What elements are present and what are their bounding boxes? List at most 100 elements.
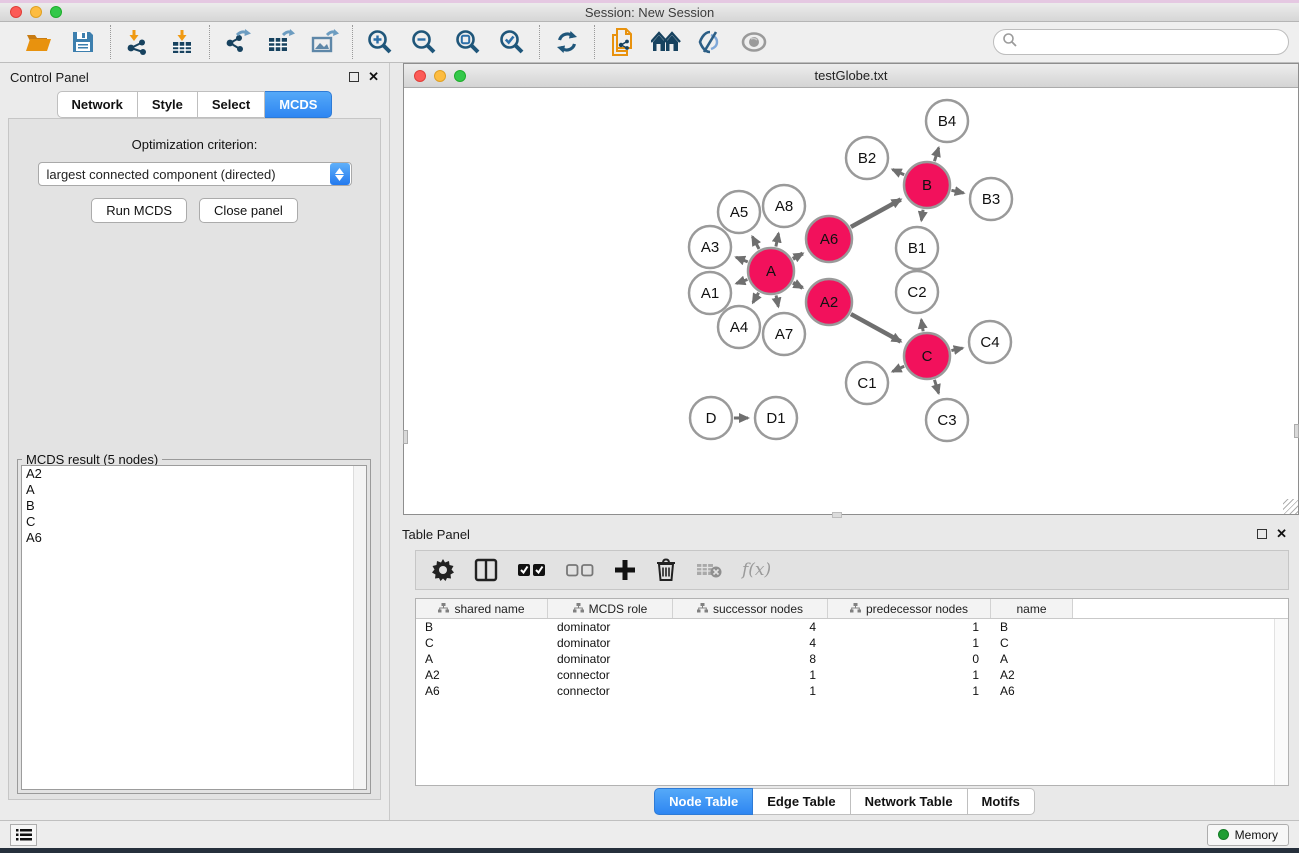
result-list-item[interactable]: A bbox=[22, 482, 366, 498]
edge-A2-C[interactable] bbox=[851, 314, 901, 341]
table-cell[interactable]: A bbox=[416, 652, 548, 666]
edge-B-B2[interactable] bbox=[893, 169, 905, 174]
hide-graphics-icon[interactable] bbox=[695, 27, 725, 57]
new-network-from-file-icon[interactable] bbox=[607, 27, 637, 57]
float-table-panel-icon[interactable] bbox=[1257, 529, 1267, 539]
export-table-icon[interactable] bbox=[266, 27, 296, 57]
graph-node-C[interactable]: C bbox=[904, 333, 950, 379]
table-cell[interactable]: 8 bbox=[673, 652, 828, 666]
import-network-icon[interactable] bbox=[123, 27, 153, 57]
graph-node-A6[interactable]: A6 bbox=[806, 216, 852, 262]
graph-node-D1[interactable]: D1 bbox=[755, 397, 797, 439]
graph-node-A1[interactable]: A1 bbox=[689, 272, 731, 314]
edge-A-A2[interactable] bbox=[793, 283, 802, 288]
graph-node-A8[interactable]: A8 bbox=[763, 185, 805, 227]
column-header-name[interactable]: name bbox=[991, 599, 1073, 618]
edge-A-A5[interactable] bbox=[752, 237, 759, 249]
memory-button[interactable]: Memory bbox=[1207, 824, 1289, 846]
table-cell[interactable]: 1 bbox=[673, 684, 828, 698]
edge-A6-B[interactable] bbox=[851, 199, 901, 226]
float-panel-icon[interactable] bbox=[349, 72, 359, 82]
table-row[interactable]: A2connector11A2 bbox=[416, 667, 1274, 683]
table-cell[interactable]: 1 bbox=[828, 684, 991, 698]
delete-icon[interactable] bbox=[656, 555, 676, 585]
first-neighbors-icon[interactable] bbox=[651, 27, 681, 57]
search-field[interactable] bbox=[993, 29, 1289, 55]
graph-node-A2[interactable]: A2 bbox=[806, 279, 852, 325]
edge-A-A7[interactable] bbox=[776, 295, 778, 306]
table-cell[interactable]: A6 bbox=[416, 684, 548, 698]
table-cell[interactable]: 1 bbox=[828, 636, 991, 650]
graph-node-A4[interactable]: A4 bbox=[718, 306, 760, 348]
table-cell[interactable]: dominator bbox=[548, 636, 673, 650]
tab-motifs[interactable]: Motifs bbox=[968, 788, 1035, 815]
node-table[interactable]: shared nameMCDS rolesuccessor nodesprede… bbox=[415, 598, 1289, 786]
criterion-dropdown[interactable]: largest connected component (directed) bbox=[38, 162, 352, 186]
table-cell[interactable]: B bbox=[991, 620, 1073, 634]
table-cell[interactable]: connector bbox=[548, 684, 673, 698]
table-cell[interactable]: A2 bbox=[991, 668, 1073, 682]
task-history-button[interactable] bbox=[10, 824, 37, 846]
settings-gear-icon[interactable] bbox=[432, 555, 454, 585]
edge-C-C4[interactable] bbox=[951, 348, 962, 351]
export-image-icon[interactable] bbox=[310, 27, 340, 57]
edge-A-A8[interactable] bbox=[776, 233, 779, 246]
tab-select[interactable]: Select bbox=[198, 91, 265, 118]
tab-node-table[interactable]: Node Table bbox=[654, 788, 753, 815]
tab-edge-table[interactable]: Edge Table bbox=[753, 788, 850, 815]
close-table-panel-icon[interactable]: ✕ bbox=[1276, 526, 1287, 542]
table-cell[interactable]: dominator bbox=[548, 652, 673, 666]
graph-node-C1[interactable]: C1 bbox=[846, 362, 888, 404]
table-cell[interactable]: A6 bbox=[991, 684, 1073, 698]
open-file-icon[interactable] bbox=[24, 27, 54, 57]
graph-node-B[interactable]: B bbox=[904, 162, 950, 208]
zoom-out-icon[interactable] bbox=[409, 27, 439, 57]
result-list-item[interactable]: B bbox=[22, 498, 366, 514]
split-table-icon[interactable] bbox=[474, 555, 498, 585]
save-session-icon[interactable] bbox=[68, 27, 98, 57]
network-window-titlebar[interactable]: testGlobe.txt bbox=[404, 64, 1298, 88]
table-cell[interactable]: C bbox=[416, 636, 548, 650]
table-scrollbar[interactable] bbox=[1274, 619, 1288, 785]
table-cell[interactable]: 1 bbox=[828, 620, 991, 634]
import-table-icon[interactable] bbox=[167, 27, 197, 57]
export-network-icon[interactable] bbox=[222, 27, 252, 57]
table-cell[interactable]: B bbox=[416, 620, 548, 634]
edge-A-A1[interactable] bbox=[736, 279, 747, 283]
graph-node-C4[interactable]: C4 bbox=[969, 321, 1011, 363]
split-pane-handle[interactable] bbox=[832, 512, 842, 518]
result-list-item[interactable]: A6 bbox=[22, 530, 366, 546]
edge-B-B3[interactable] bbox=[951, 190, 963, 193]
result-list-item[interactable]: C bbox=[22, 514, 366, 530]
edge-C-C1[interactable] bbox=[893, 366, 905, 371]
graph-node-A7[interactable]: A7 bbox=[763, 313, 805, 355]
add-column-icon[interactable] bbox=[614, 555, 636, 585]
result-scrollbar[interactable] bbox=[353, 466, 366, 789]
column-header-MCDS-role[interactable]: MCDS role bbox=[548, 599, 673, 618]
edge-B-B4[interactable] bbox=[934, 148, 938, 161]
table-cell[interactable]: C bbox=[991, 636, 1073, 650]
show-graphics-icon[interactable] bbox=[739, 27, 769, 57]
zoom-in-icon[interactable] bbox=[365, 27, 395, 57]
right-resize-handle[interactable] bbox=[1294, 424, 1299, 438]
table-cell[interactable]: 4 bbox=[673, 636, 828, 650]
graph-node-B2[interactable]: B2 bbox=[846, 137, 888, 179]
graph-node-A5[interactable]: A5 bbox=[718, 191, 760, 233]
column-header-successor-nodes[interactable]: successor nodes bbox=[673, 599, 828, 618]
deselect-all-icon[interactable] bbox=[566, 555, 594, 585]
edge-A-A4[interactable] bbox=[753, 293, 759, 303]
graph-node-C2[interactable]: C2 bbox=[896, 271, 938, 313]
close-panel-button[interactable]: Close panel bbox=[199, 198, 298, 223]
graph-node-B1[interactable]: B1 bbox=[896, 227, 938, 269]
column-header-predecessor-nodes[interactable]: predecessor nodes bbox=[828, 599, 991, 618]
table-cell[interactable]: 4 bbox=[673, 620, 828, 634]
graph-node-D[interactable]: D bbox=[690, 397, 732, 439]
table-cell[interactable]: A bbox=[991, 652, 1073, 666]
select-all-icon[interactable] bbox=[518, 555, 546, 585]
graph-node-B4[interactable]: B4 bbox=[926, 100, 968, 142]
table-row[interactable]: Bdominator41B bbox=[416, 619, 1274, 635]
function-builder-icon[interactable]: f(x) bbox=[742, 555, 771, 585]
network-canvas[interactable]: B4B2BB3A5A8A6A3B1AA1C2A2A4A7C4CC1DD1C3 bbox=[404, 88, 1298, 514]
result-list-item[interactable]: A2 bbox=[22, 466, 366, 482]
edge-C-C3[interactable] bbox=[934, 380, 938, 393]
